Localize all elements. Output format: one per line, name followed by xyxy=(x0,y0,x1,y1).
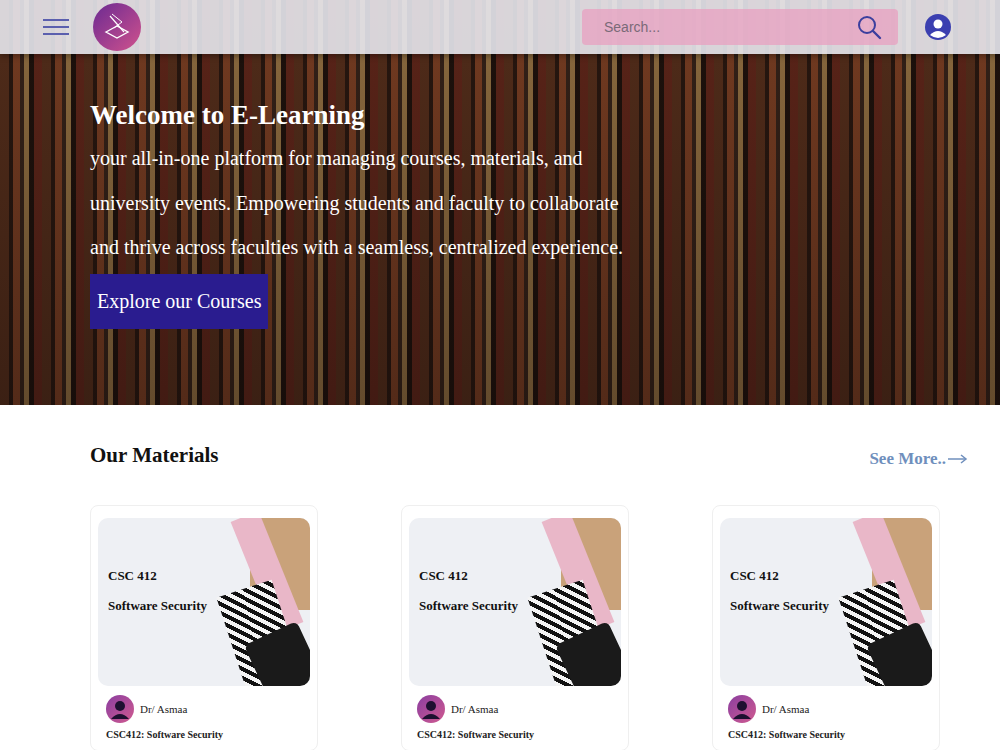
avatar-icon xyxy=(417,695,445,723)
search-icon[interactable] xyxy=(856,14,882,40)
section-title: Our Materials xyxy=(90,443,219,468)
course-name: CSC412: Software Security xyxy=(417,729,613,740)
instructor-name: Dr/ Asmaa xyxy=(451,703,498,715)
explore-courses-button[interactable]: Explore our Courses xyxy=(90,274,268,329)
logo-icon[interactable] xyxy=(92,2,142,52)
course-name: CSC412: Software Security xyxy=(106,729,302,740)
user-icon[interactable] xyxy=(924,13,952,41)
see-more-link[interactable]: See More.. xyxy=(869,449,968,469)
search-placeholder: Search... xyxy=(604,19,660,35)
avatar-icon xyxy=(106,695,134,723)
instructor-name: Dr/ Asmaa xyxy=(140,703,187,715)
material-card[interactable]: CSC 412Software Security Dr/ Asmaa CSC412:… xyxy=(90,505,318,750)
material-card[interactable]: CSC 412Software Security Dr/ Asmaa CSC412:… xyxy=(401,505,629,750)
menu-icon[interactable] xyxy=(43,17,69,37)
card-cover: CSC 412Software Security xyxy=(98,518,310,686)
instructor-name: Dr/ Asmaa xyxy=(762,703,809,715)
card-cover: CSC 412Software Security xyxy=(720,518,932,686)
course-name: CSC412: Software Security xyxy=(728,729,924,740)
top-bar: Search... xyxy=(0,0,1000,54)
arrow-right-icon xyxy=(948,454,968,464)
avatar-icon xyxy=(728,695,756,723)
material-card[interactable]: CSC 412Software Security Dr/ Asmaa CSC412:… xyxy=(712,505,940,750)
search-field[interactable]: Search... xyxy=(582,9,898,45)
hero-title: Welcome to E-Learning xyxy=(90,98,1000,132)
materials-section: Our Materials See More.. CSC 412Software S… xyxy=(0,405,1000,750)
hero: Search... Welcome to E-Learning your all-i… xyxy=(0,0,1000,405)
card-cover: CSC 412Software Security xyxy=(409,518,621,686)
page: Search... Welcome to E-Learning your all-i… xyxy=(0,0,1000,750)
hero-text: your all-in-one platform for managing co… xyxy=(90,136,650,270)
